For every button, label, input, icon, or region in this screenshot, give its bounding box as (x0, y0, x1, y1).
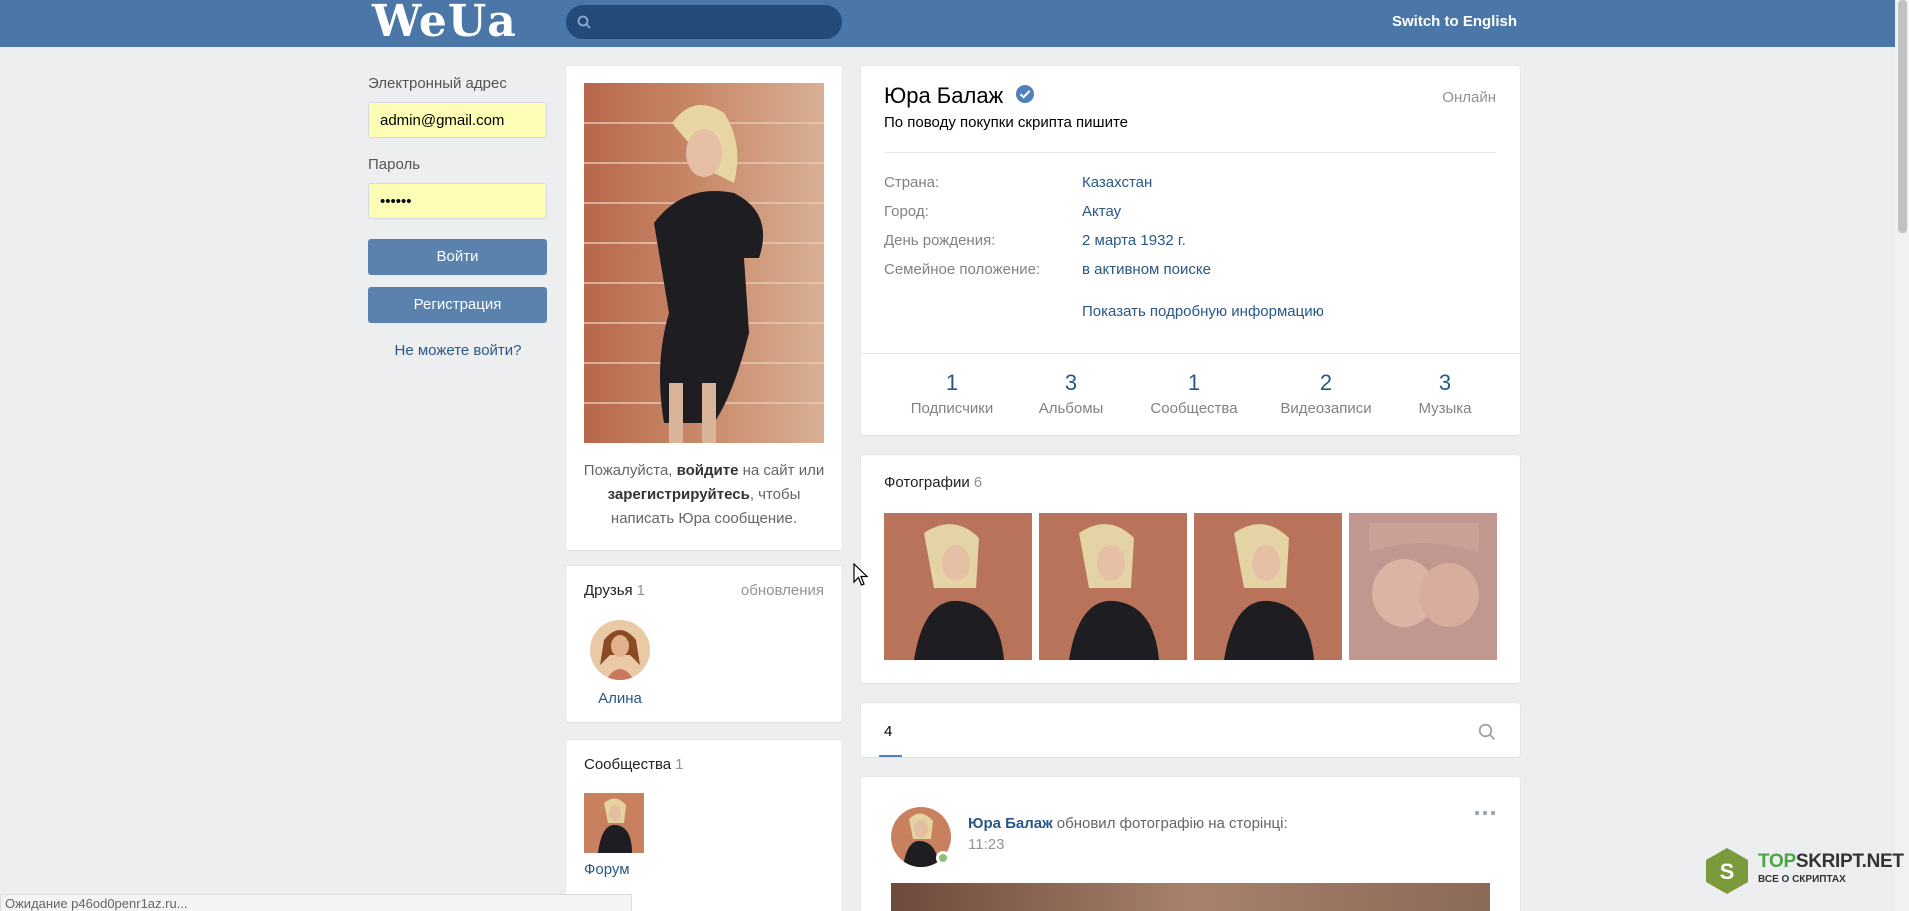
stat-label: Сообщества (1150, 400, 1238, 417)
friend-name[interactable]: Алина (590, 690, 650, 707)
more-options-icon[interactable] (1474, 810, 1496, 816)
post-header: Юра Балаж обновил фотографію на сторінці: (968, 815, 1288, 832)
online-status: Онлайн (1442, 89, 1496, 106)
topskript-watermark: S TOPSKRIPT.NET ВСЕ О СКРИПТАХ (1702, 846, 1904, 896)
profile-status-text: По поводу покупки скрипта пишите (884, 114, 1128, 131)
site-logo[interactable]: WeUa (372, 0, 517, 47)
info-value[interactable]: Актау (1082, 203, 1121, 220)
stat-label: Подписчики (910, 400, 994, 417)
info-value[interactable]: в активном поиске (1082, 261, 1211, 278)
friend-item[interactable]: Алина (590, 620, 650, 707)
page-scrollbar[interactable] (1895, 0, 1909, 911)
watermark-tagline: ВСЕ О СКРИПТАХ (1758, 874, 1846, 885)
post-image[interactable] (891, 883, 1490, 911)
register-button[interactable]: Регистрация (368, 287, 547, 323)
stat-albums[interactable]: 3 Альбомы (1031, 370, 1111, 417)
communities-title-text: Сообщества (584, 756, 672, 773)
photos-title-text: Фотографии (884, 474, 970, 491)
password-field[interactable] (368, 183, 547, 219)
community-avatar[interactable] (584, 793, 644, 853)
stat-subscribers[interactable]: 1 Подписчики (907, 370, 997, 417)
community-item[interactable]: Форум (584, 793, 644, 878)
communities-count: 1 (675, 756, 684, 773)
info-value[interactable]: Казахстан (1082, 174, 1152, 191)
info-key: День рождения: (884, 232, 996, 249)
active-tab-indicator (879, 755, 902, 757)
wall-post: Юра Балаж обновил фотографію на сторінці:… (861, 777, 1520, 911)
stat-number: 1 (945, 370, 959, 395)
post-time[interactable]: 11:23 (968, 836, 1004, 853)
watermark-brand: TOPSKRIPT.NET (1758, 851, 1904, 873)
search-icon[interactable] (1478, 723, 1496, 741)
friends-count: 1 (636, 582, 645, 599)
online-indicator (936, 851, 950, 865)
photo-thumbnail[interactable] (1349, 513, 1497, 660)
profile-photo-card: Пожалуйста, войдите на сайт или зарегист… (566, 66, 842, 550)
friends-title[interactable]: Друзья 1 (584, 582, 645, 599)
switch-language-link[interactable]: Switch to English (1392, 13, 1517, 30)
photo-thumbnail[interactable] (884, 513, 1032, 660)
note-text: Пожалуйста, (583, 462, 677, 479)
login-button[interactable]: Войти (368, 239, 547, 275)
register-link[interactable]: зарегистрируйтесь (608, 486, 750, 503)
scrollbar-thumb[interactable] (1898, 0, 1907, 233)
top-header: WeUa Switch to English (0, 0, 1895, 47)
stat-label: Музыка (1418, 400, 1472, 417)
info-key: Страна: (884, 174, 940, 191)
friends-updates-link[interactable]: обновления (741, 582, 824, 599)
stat-number: 2 (1319, 370, 1333, 395)
stat-number: 3 (1064, 370, 1078, 395)
watermark-brand-a: TOP (1758, 851, 1796, 872)
friends-block: Друзья 1 обновления Алина (566, 566, 842, 722)
note-text: на сайт или (738, 462, 825, 479)
wall-tabs: 4 (861, 703, 1520, 757)
stat-number: 3 (1438, 370, 1452, 395)
stat-music[interactable]: 3 Музыка (1410, 370, 1480, 417)
stat-communities[interactable]: 1 Сообщества (1144, 370, 1244, 417)
profile-photo[interactable] (584, 83, 824, 443)
profile-name: Юра Балаж (884, 83, 1035, 109)
stat-label: Альбомы (1038, 400, 1104, 417)
profile-name-text: Юра Балаж (884, 83, 1004, 108)
photos-title[interactable]: Фотографии 6 (884, 474, 982, 491)
photos-block: Фотографии 6 (861, 455, 1520, 683)
watermark-badge-letter: S (1720, 859, 1735, 884)
topskript-logo-icon: S (1706, 848, 1748, 894)
stat-number: 1 (1187, 370, 1201, 395)
info-key: Город: (884, 203, 929, 220)
divider (861, 353, 1520, 354)
photo-thumbnail[interactable] (1194, 513, 1342, 660)
photo-thumbnail[interactable] (1039, 513, 1187, 660)
login-link[interactable]: войдите (677, 462, 739, 479)
tab-all-posts[interactable]: 4 (884, 723, 892, 740)
community-name[interactable]: Форум (584, 861, 644, 878)
browser-status-bar: Ожидание p46od0penr1az.ru... (0, 894, 632, 911)
email-label: Электронный адрес (368, 75, 507, 92)
info-value[interactable]: 2 марта 1932 г. (1082, 232, 1186, 249)
post-author-name[interactable]: Юра Балаж (968, 815, 1053, 832)
search-input[interactable] (566, 5, 842, 39)
photos-count: 6 (973, 474, 983, 491)
password-label: Пароль (368, 156, 421, 173)
show-more-info-link[interactable]: Показать подробную информацию (1082, 303, 1324, 320)
stat-label: Видеозаписи (1280, 400, 1372, 417)
verified-icon (1016, 85, 1035, 104)
search-icon (577, 15, 591, 29)
profile-info-card: Юра Балаж Онлайн По поводу покупки скрип… (861, 66, 1520, 435)
stat-videos[interactable]: 2 Видеозаписи (1274, 370, 1378, 417)
cant-login-link[interactable]: Не можете войти? (368, 342, 548, 359)
login-form: Электронный адрес Пароль Войти Регистрац… (368, 75, 548, 359)
info-key: Семейное положение: (884, 261, 1041, 278)
divider (884, 152, 1496, 153)
watermark-brand-b: SKRIPT.NET (1795, 851, 1904, 872)
friends-title-text: Друзья (584, 582, 633, 599)
login-to-message-note: Пожалуйста, войдите на сайт или зарегист… (576, 459, 832, 531)
post-action-text: обновил фотографію на сторінці: (1056, 815, 1288, 832)
communities-block: Сообщества 1 Форум (566, 740, 842, 911)
communities-title[interactable]: Сообщества 1 (584, 756, 683, 773)
mouse-cursor-icon (853, 563, 869, 586)
email-field[interactable] (368, 102, 547, 138)
friend-avatar[interactable] (590, 620, 650, 680)
